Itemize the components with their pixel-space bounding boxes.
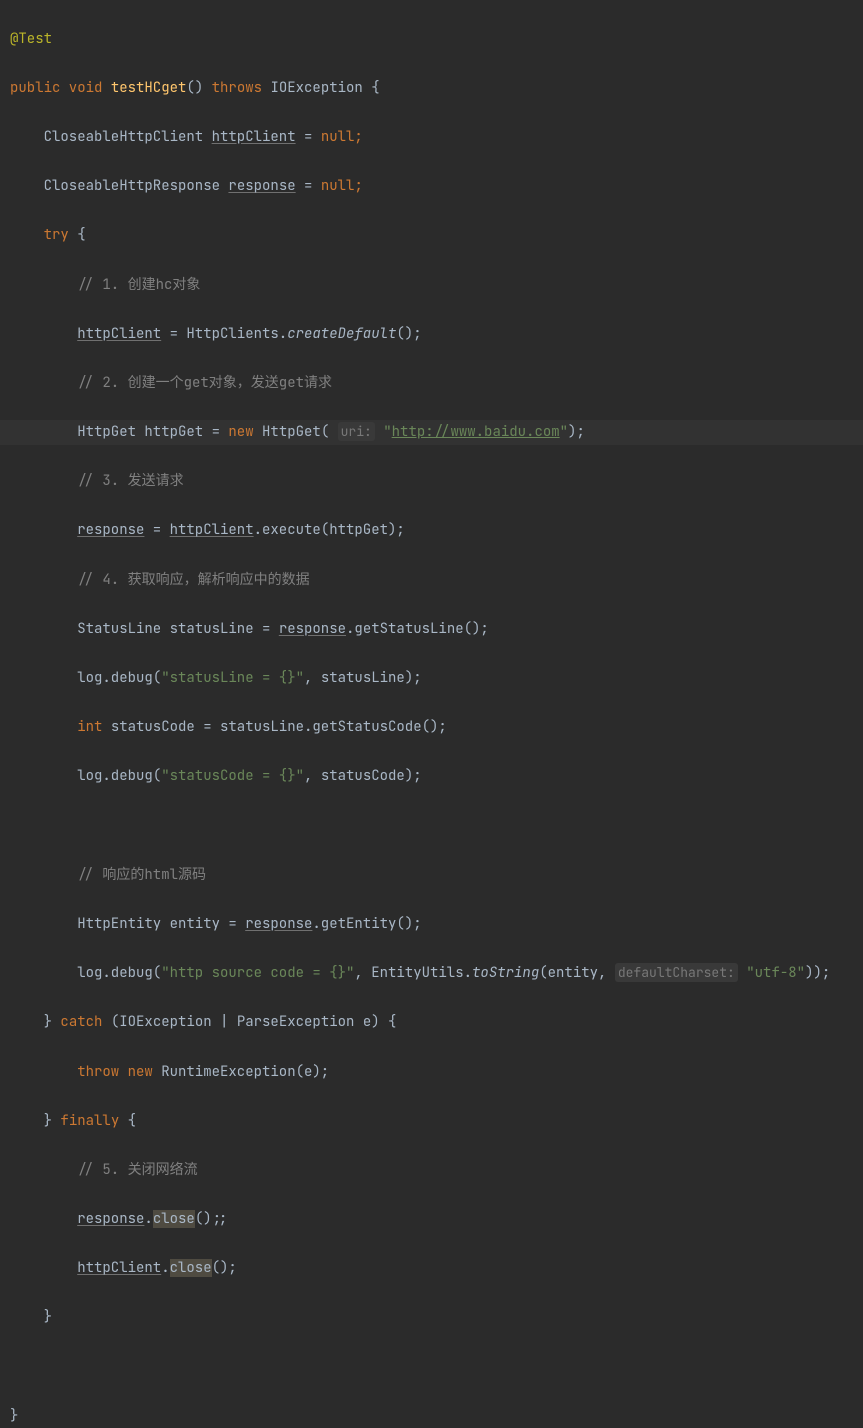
code-line: CloseableHttpResponse response = null; [10,174,863,199]
code-editor[interactable]: @Test public void testHCget() throws IOE… [0,2,863,1428]
code-line [10,814,863,839]
code-line: // 1. 创建hc对象 [10,273,863,298]
code-line: httpClient = HttpClients.createDefault()… [10,322,863,347]
code-line: // 响应的html源码 [10,863,863,888]
annotation-test: @Test [10,30,52,48]
code-line: response = httpClient.execute(httpGet); [10,518,863,543]
code-line: // 2. 创建一个get对象，发送get请求 [10,371,863,396]
code-line: throw new RuntimeException(e); [10,1060,863,1085]
code-line [10,1355,863,1380]
code-line: int statusCode = statusLine.getStatusCod… [10,715,863,740]
code-line: log.debug("statusLine = {}", statusLine)… [10,666,863,691]
code-line: } finally { [10,1109,863,1134]
url-literal[interactable]: http://www.baidu.com [392,423,560,441]
code-line: httpClient.close(); [10,1256,863,1281]
code-line: try { [10,223,863,248]
code-line: log.debug("http source code = {}", Entit… [10,961,863,986]
code-line: CloseableHttpClient httpClient = null; [10,125,863,150]
code-line: @Test [10,27,863,52]
code-line: // 4. 获取响应，解析响应中的数据 [10,568,863,593]
code-line: // 5. 关闭网络流 [10,1158,863,1183]
code-line: StatusLine statusLine = response.getStat… [10,617,863,642]
code-line: } [10,1305,863,1330]
code-line: log.debug("statusCode = {}", statusCode)… [10,764,863,789]
code-line: } catch (IOException | ParseException e)… [10,1010,863,1035]
code-line: response.close();; [10,1207,863,1232]
code-line: } [10,1404,863,1428]
code-line: HttpEntity entity = response.getEntity()… [10,912,863,937]
param-hint-charset: defaultCharset: [615,963,738,982]
code-line: public void testHCget() throws IOExcepti… [10,76,863,101]
code-line: // 3. 发送请求 [10,469,863,494]
highlighted-line: HttpGet httpGet = new HttpGet( uri: "htt… [0,420,863,445]
unused-call: close [153,1210,195,1228]
param-hint-uri: uri: [338,422,375,441]
unused-call: close [170,1259,212,1277]
